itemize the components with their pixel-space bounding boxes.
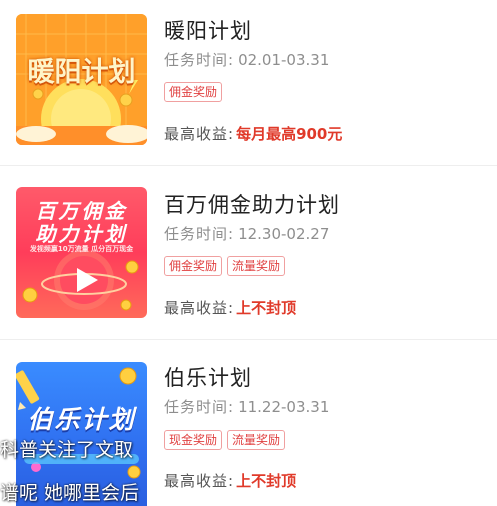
task-period: 任务时间: 11.22-03.31 — [164, 397, 329, 417]
task-period-label: 任务时间: — [164, 51, 235, 69]
thumb-subtitle: 发视频赢10万流量 瓜分百万现金 — [29, 245, 134, 253]
reward-tag: 流量奖励 — [227, 430, 286, 450]
divider — [0, 165, 497, 166]
max-income: 最高收益: 每月最高900元 — [164, 124, 342, 144]
reward-tags: 佣金奖励 — [164, 82, 223, 102]
max-income-label: 最高收益: — [164, 472, 235, 490]
reward-tags: 佣金奖励 流量奖励 — [164, 256, 286, 276]
task-period-label: 任务时间: — [164, 225, 235, 243]
max-income-label: 最高收益: — [164, 125, 235, 143]
overlay-caption-line2: 谱呢 她哪里会后 — [0, 482, 140, 504]
max-income-value: 上不封顶 — [236, 299, 297, 317]
task-period-value: 11.22-03.31 — [238, 398, 330, 416]
max-income-label: 最高收益: — [164, 299, 235, 317]
plan-thumbnail[interactable]: 百万佣金 助力计划 发视频赢10万流量 瓜分百万现金 — [16, 187, 147, 318]
divider — [0, 339, 497, 340]
reward-tag: 佣金奖励 — [164, 82, 223, 102]
reward-tag: 流量奖励 — [227, 256, 286, 276]
plan-title: 伯乐计划 — [164, 366, 252, 390]
reward-tag: 佣金奖励 — [164, 256, 223, 276]
thumb-title: 暖阳计划 — [27, 57, 136, 88]
plan-title: 暖阳计划 — [164, 19, 252, 43]
reward-tags: 现金奖励 流量奖励 — [164, 430, 286, 450]
task-period: 任务时间: 02.01-03.31 — [164, 50, 329, 70]
plan-title: 百万佣金助力计划 — [164, 193, 340, 217]
reward-tag: 现金奖励 — [164, 430, 223, 450]
task-period-label: 任务时间: — [164, 398, 235, 416]
thumb-title: 伯乐计划 — [27, 405, 136, 434]
thumb-title-line2: 助力计划 — [35, 222, 128, 246]
max-income: 最高收益: 上不封顶 — [164, 471, 296, 491]
overlay-caption-line1: 科普关注了文取 — [0, 439, 134, 461]
max-income-value: 每月最高900元 — [236, 125, 343, 143]
max-income: 最高收益: 上不封顶 — [164, 298, 296, 318]
max-income-value: 上不封顶 — [236, 472, 297, 490]
plan-thumbnail[interactable]: 暖阳计划 — [16, 14, 147, 145]
task-period-value: 12.30-02.27 — [238, 225, 330, 243]
task-period: 任务时间: 12.30-02.27 — [164, 224, 329, 244]
task-period-value: 02.01-03.31 — [238, 51, 330, 69]
